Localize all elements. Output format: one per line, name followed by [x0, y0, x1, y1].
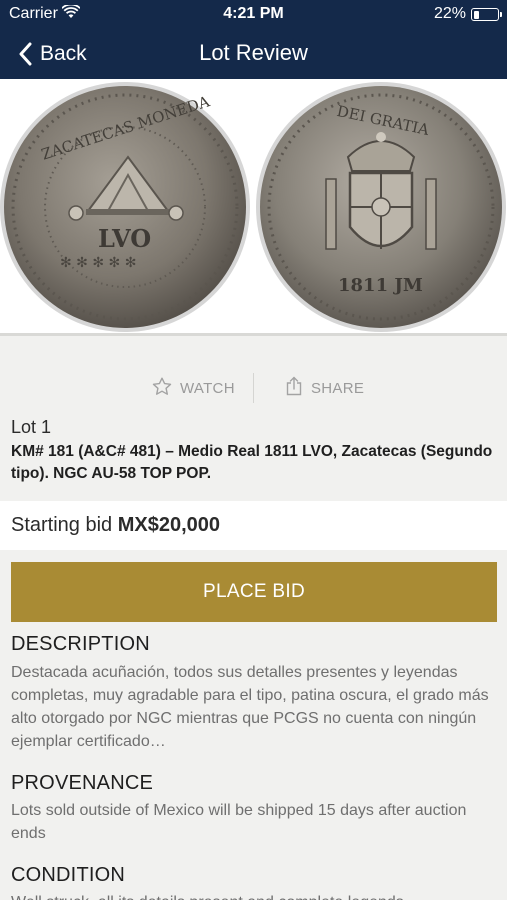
- share-label: SHARE: [311, 379, 365, 397]
- coin-obverse-image: LVO ✻ ✻ ✻ ✻ ✻ ZACATECAS MONEDA: [0, 82, 250, 332]
- lot-image[interactable]: LVO ✻ ✻ ✻ ✻ ✻ ZACATECAS MONEDA 1811 JM D…: [0, 79, 507, 333]
- description-text: Destacada acuñación, todos sus detalles …: [11, 664, 489, 750]
- starting-bid-amount: MX$20,000: [117, 514, 221, 536]
- battery-percent: 22%: [433, 5, 466, 22]
- description-heading: DESCRIPTION: [11, 633, 150, 655]
- starting-bid-label: Starting bid: [11, 514, 113, 536]
- coin-reverse-image: 1811 JM DEI GRATIA: [256, 82, 506, 332]
- svg-text:1811 JM: 1811 JM: [338, 275, 423, 296]
- navigation-bar: Back Lot Review: [0, 29, 507, 79]
- provenance-text: Lots sold outside of Mexico will be ship…: [11, 802, 467, 842]
- condition-text: Well struck, all its details present and…: [11, 891, 501, 900]
- place-bid-button[interactable]: PLACE BID: [11, 562, 497, 622]
- battery-icon: [471, 8, 502, 21]
- divider: [253, 373, 254, 403]
- page-title: Lot Review: [199, 40, 308, 65]
- divider: [0, 333, 507, 336]
- svg-text:✻ ✻ ✻ ✻ ✻: ✻ ✻ ✻ ✻ ✻: [60, 255, 136, 271]
- condition-heading: CONDITION: [11, 864, 126, 886]
- action-bar: WATCH SHARE: [0, 370, 507, 406]
- lot-title: KM# 181 (A&C# 481) – Medio Real 1811 LVO…: [11, 443, 493, 482]
- provenance-heading: PROVENANCE: [11, 772, 154, 794]
- share-button[interactable]: SHARE: [285, 370, 364, 406]
- starting-bid-row: Starting bid MX$20,000: [0, 501, 507, 550]
- status-bar: Carrier 4:21 PM 22%: [0, 0, 507, 29]
- lot-number: Lot 1: [11, 417, 52, 437]
- clock: 4:21 PM: [223, 5, 284, 22]
- watch-button[interactable]: WATCH: [152, 370, 235, 406]
- share-icon: [285, 376, 311, 400]
- watch-label: WATCH: [180, 379, 235, 397]
- star-icon: [152, 377, 180, 400]
- svg-text:LVO: LVO: [98, 224, 151, 253]
